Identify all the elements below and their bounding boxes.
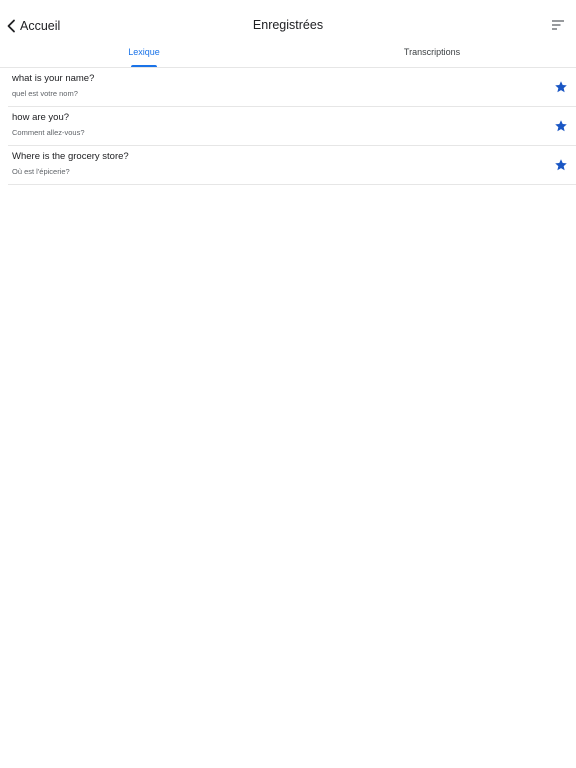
- star-icon[interactable]: [554, 119, 568, 133]
- star-icon[interactable]: [554, 80, 568, 94]
- tab-bar: Lexique Transcriptions: [0, 44, 576, 68]
- saved-list: what is your name? quel est votre nom? h…: [0, 68, 576, 185]
- phrase-text: Where is the grocery store?: [12, 151, 129, 162]
- sort-icon: [550, 20, 566, 37]
- list-item[interactable]: what is your name? quel est votre nom?: [8, 68, 576, 107]
- translation-text: Où est l'épicerie?: [12, 167, 70, 176]
- header-bar: Accueil Enregistrées: [0, 0, 576, 44]
- page-title: Enregistrées: [252, 18, 324, 32]
- translation-text: Comment allez-vous?: [12, 128, 85, 137]
- tab-lexique[interactable]: Lexique: [0, 44, 288, 67]
- phrase-text: what is your name?: [12, 73, 95, 84]
- list-item[interactable]: how are you? Comment allez-vous?: [8, 107, 576, 146]
- list-item[interactable]: Where is the grocery store? Où est l'épi…: [8, 146, 576, 185]
- star-icon[interactable]: [554, 158, 568, 172]
- tab-transcriptions[interactable]: Transcriptions: [288, 44, 576, 67]
- saved-phrases-screen: Accueil Enregistrées Lexique Transcripti…: [0, 0, 576, 768]
- phrase-text: how are you?: [12, 112, 70, 123]
- active-tab-indicator: [131, 65, 157, 67]
- translation-text: quel est votre nom?: [12, 89, 78, 98]
- sort-button[interactable]: [550, 17, 566, 33]
